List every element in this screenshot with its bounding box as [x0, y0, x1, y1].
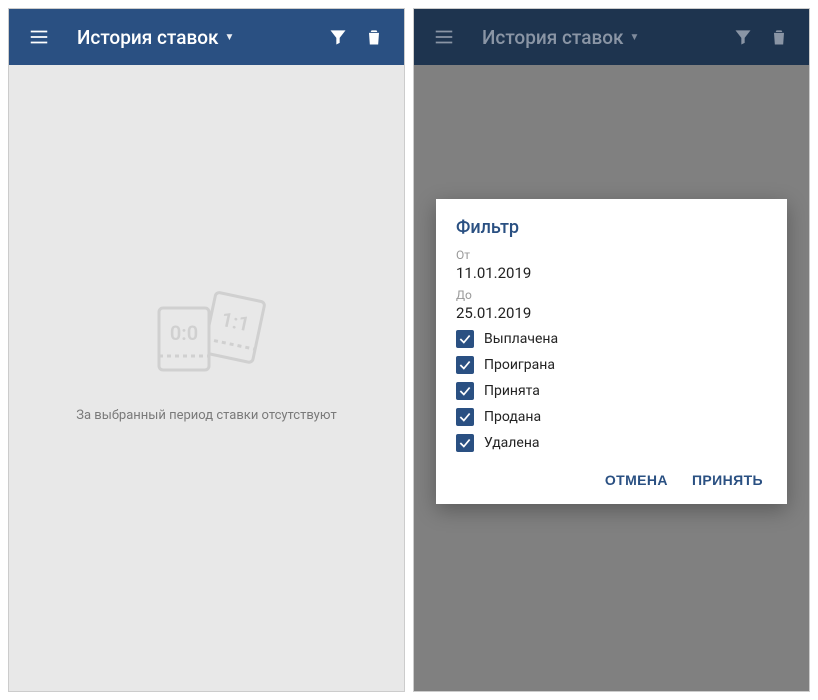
- menu-icon: [426, 19, 462, 55]
- checkbox-label: Принята: [484, 383, 540, 399]
- svg-text:0:0: 0:0: [169, 321, 197, 345]
- filter-checkbox-row[interactable]: Продана: [456, 408, 767, 426]
- page-title-dropdown: История ставок ▼: [482, 26, 725, 49]
- tickets-icon: 1:1 0:0: [137, 278, 277, 388]
- empty-message: За выбранный период ставки отсутствуют: [76, 408, 336, 423]
- to-date-field[interactable]: 25.01.2019: [456, 304, 767, 322]
- filter-dialog: Фильтр От 11.01.2019 До 25.01.2019 Выпла…: [436, 199, 787, 504]
- checkbox-icon: [456, 382, 474, 400]
- checkbox-label: Продана: [484, 409, 541, 425]
- checkbox-icon: [456, 434, 474, 452]
- filter-checkbox-row[interactable]: Выплачена: [456, 330, 767, 348]
- filter-checkbox-row[interactable]: Проиграна: [456, 356, 767, 374]
- filter-checkbox-row[interactable]: Принята: [456, 382, 767, 400]
- from-label: От: [456, 248, 767, 262]
- filter-checkbox-row[interactable]: Удалена: [456, 434, 767, 452]
- screen-bet-history-empty: История ставок ▼ 1:1: [8, 8, 405, 692]
- accept-button[interactable]: ПРИНЯТЬ: [692, 472, 763, 488]
- checkbox-icon: [456, 408, 474, 426]
- delete-icon: [761, 19, 797, 55]
- svg-text:1:1: 1:1: [219, 306, 252, 335]
- checkbox-label: Удалена: [484, 435, 540, 451]
- cancel-button[interactable]: ОТМЕНА: [605, 472, 668, 488]
- checkbox-list: Выплачена Проиграна Принята Продана Удалена: [456, 330, 767, 452]
- checkbox-label: Проиграна: [484, 357, 555, 373]
- from-date-field[interactable]: 11.01.2019: [456, 264, 767, 282]
- dialog-title: Фильтр: [456, 217, 767, 238]
- filter-icon: [725, 19, 761, 55]
- dialog-actions: ОТМЕНА ПРИНЯТЬ: [456, 466, 767, 494]
- toolbar: История ставок ▼: [414, 9, 809, 65]
- checkbox-label: Выплачена: [484, 331, 558, 347]
- to-label: До: [456, 288, 767, 302]
- chevron-down-icon: ▼: [630, 32, 640, 43]
- empty-state: 1:1 0:0 За выбранный период ставки отсут…: [9, 9, 404, 691]
- screen-bet-history-filter: История ставок ▼ Фильтр От 11.01.2019 До…: [413, 8, 810, 692]
- checkbox-icon: [456, 330, 474, 348]
- page-title: История ставок: [482, 26, 624, 49]
- checkbox-icon: [456, 356, 474, 374]
